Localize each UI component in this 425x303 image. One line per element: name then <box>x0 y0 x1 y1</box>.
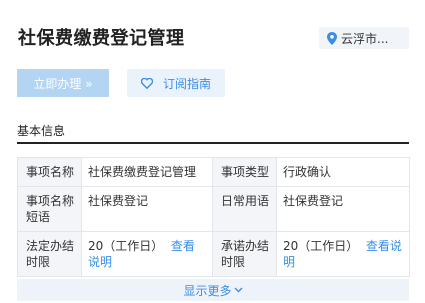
show-more-label: 显示更多 <box>183 283 232 298</box>
value-common-term: 社保费登记 <box>276 186 410 232</box>
section-title: 基本信息 <box>17 124 66 138</box>
label-item-type: 事项类型 <box>212 157 277 187</box>
value-promised-time-limit: 20（工作日） 查看说明 <box>276 231 410 277</box>
value-item-short-name: 社保费登记 <box>81 186 213 232</box>
label-promised-time-limit: 承诺办结时限 <box>212 231 277 277</box>
section-divider <box>17 142 409 144</box>
location-selector[interactable]: 云浮市... <box>319 27 409 49</box>
promised-time-limit-text: 20（工作日） <box>283 239 359 253</box>
subscribe-guide-label: 订阅指南 <box>162 76 211 91</box>
heart-icon <box>140 77 153 89</box>
page-title: 社保费缴费登记管理 <box>18 28 185 49</box>
value-item-type: 行政确认 <box>276 157 410 187</box>
subscribe-guide-button[interactable]: 订阅指南 <box>127 69 225 97</box>
label-item-name: 事项名称 <box>17 157 82 187</box>
label-item-short-name: 事项名称短语 <box>17 186 82 232</box>
legal-time-limit-text: 20（工作日） <box>88 239 164 253</box>
label-legal-time-limit: 法定办结时限 <box>17 231 82 277</box>
chevron-down-icon <box>234 287 242 293</box>
apply-now-button[interactable]: 立即办理 » <box>17 69 109 97</box>
label-common-term: 日常用语 <box>212 186 277 232</box>
value-item-name: 社保费缴费登记管理 <box>81 157 213 187</box>
value-legal-time-limit: 20（工作日） 查看说明 <box>81 231 213 277</box>
basic-info-table: 事项名称 社保费缴费登记管理 事项类型 行政确认 事项名称短语 社保费登记 日常… <box>17 157 410 277</box>
map-pin-icon <box>327 31 337 45</box>
table-row: 事项名称 社保费缴费登记管理 事项类型 行政确认 <box>17 157 410 187</box>
table-row: 事项名称短语 社保费登记 日常用语 社保费登记 <box>17 186 410 232</box>
table-row: 法定办结时限 20（工作日） 查看说明 承诺办结时限 20（工作日） 查看说明 <box>17 231 410 277</box>
location-label: 云浮市... <box>341 31 389 46</box>
show-more-button[interactable]: 显示更多 <box>17 279 409 301</box>
